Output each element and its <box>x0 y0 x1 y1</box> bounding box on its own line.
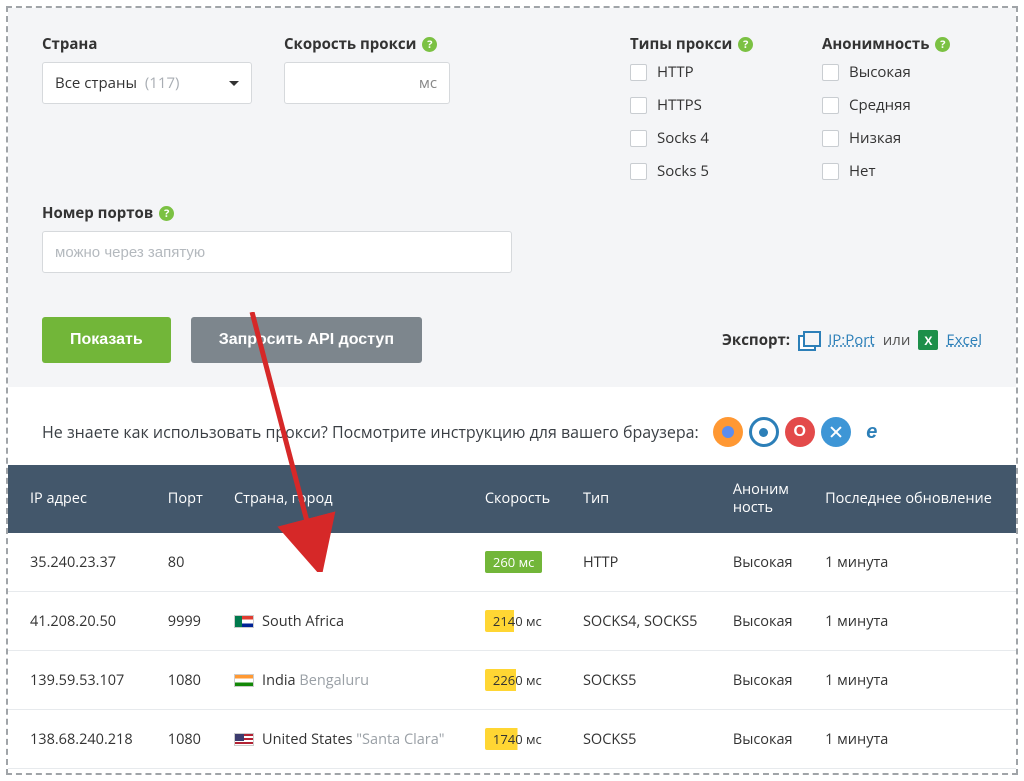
country-select[interactable]: Все страны (117) <box>42 62 252 104</box>
table-row: 35.240.23.3780260 мсHTTPВысокая1 минута <box>8 533 1016 592</box>
anon-label: Анонимность ? <box>822 34 982 54</box>
flag-icon <box>234 674 254 687</box>
ports-input[interactable] <box>42 231 512 273</box>
or-text: или <box>883 330 911 350</box>
table-row: 138.68.240.2181080United States "Santa C… <box>8 710 1016 769</box>
speed-input[interactable]: мс <box>284 62 450 104</box>
help-icon[interactable]: ? <box>935 37 950 52</box>
proxy-table: IP адрес Порт Страна, город Скорость Тип… <box>8 465 1016 769</box>
th-country: Страна, город <box>220 465 471 533</box>
table-row: 41.208.20.509999South Africa2140 мсSOCKS… <box>8 592 1016 651</box>
excel-icon: X <box>918 330 938 350</box>
export-ipport-link[interactable]: IP:Port <box>828 330 875 350</box>
types-label: Типы прокси ? <box>630 34 790 54</box>
instruction-text: Не знаете как использовать прокси? Посмо… <box>42 421 699 443</box>
anon-none-checkbox[interactable]: Нет <box>822 161 982 181</box>
safari-icon[interactable] <box>821 417 851 447</box>
speed-badge: 1740 мс <box>485 728 550 750</box>
opera-icon[interactable]: O <box>785 417 815 447</box>
ie-icon[interactable]: e <box>857 417 887 447</box>
copy-icon <box>798 331 820 349</box>
th-ip: IP адрес <box>8 465 154 533</box>
anon-low-checkbox[interactable]: Низкая <box>822 128 982 148</box>
country-label: Страна <box>42 34 252 54</box>
request-api-button[interactable]: Запросить API доступ <box>191 317 422 363</box>
flag-icon <box>234 615 254 628</box>
export-label: Экспорт: <box>722 330 790 350</box>
th-anon: Аноним ность <box>719 465 811 533</box>
firefox-icon[interactable] <box>713 417 743 447</box>
th-updated: Последнее обновление <box>811 465 1016 533</box>
speed-badge: 260 мс <box>485 551 542 573</box>
th-port: Порт <box>154 465 220 533</box>
th-type: Тип <box>569 465 719 533</box>
chrome-icon[interactable] <box>749 417 779 447</box>
show-button[interactable]: Показать <box>42 317 171 363</box>
help-icon[interactable]: ? <box>738 37 753 52</box>
country-value: Все страны <box>55 73 137 93</box>
speed-badge: 2260 мс <box>485 669 550 691</box>
type-socks5-checkbox[interactable]: Socks 5 <box>630 161 790 181</box>
type-https-checkbox[interactable]: HTTPS <box>630 95 790 115</box>
export-excel-link[interactable]: Excel <box>946 330 982 350</box>
speed-badge: 2140 мс <box>485 610 550 632</box>
anon-medium-checkbox[interactable]: Средняя <box>822 95 982 115</box>
type-http-checkbox[interactable]: HTTP <box>630 62 790 82</box>
caret-down-icon <box>229 81 239 91</box>
help-icon[interactable]: ? <box>422 37 437 52</box>
table-row: 139.59.53.1071080India Bengaluru2260 мсS… <box>8 651 1016 710</box>
type-socks4-checkbox[interactable]: Socks 4 <box>630 128 790 148</box>
ports-label: Номер портов ? <box>42 203 512 223</box>
help-icon[interactable]: ? <box>159 206 174 221</box>
country-count: (117) <box>145 73 180 93</box>
th-speed: Скорость <box>471 465 569 533</box>
speed-label: Скорость прокси ? <box>284 34 464 54</box>
anon-high-checkbox[interactable]: Высокая <box>822 62 982 82</box>
